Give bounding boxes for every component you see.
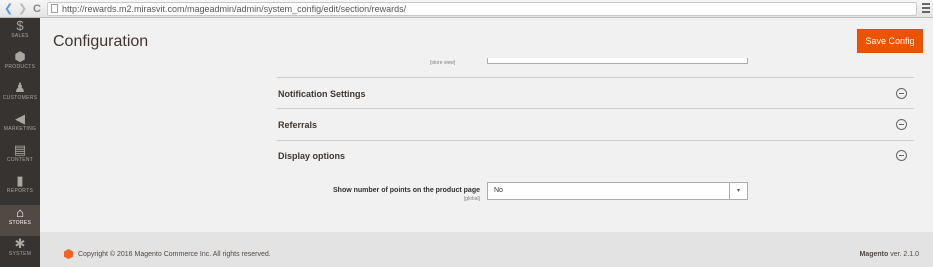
sidebar-item-customers[interactable]: ♟ CUSTOMERS [0, 80, 40, 111]
page-icon [51, 4, 58, 13]
reload-icon[interactable]: C [33, 2, 41, 16]
section-display-options[interactable]: Display options [278, 151, 345, 161]
url-text: http://rewards.m2.mirasvit.com/mageadmin… [62, 4, 407, 14]
admin-sidebar: $ SALES ⬢ PRODUCTS ♟ CUSTOMERS ◀ MARKETI… [0, 18, 40, 267]
save-config-button[interactable]: Save Config [857, 29, 923, 53]
brand-name: Magento [859, 251, 889, 258]
collapse-icon[interactable] [896, 150, 907, 161]
sidebar-item-marketing[interactable]: ◀ MARKETING [0, 111, 40, 142]
sidebar-item-label: STORES [8, 220, 32, 226]
sidebar-item-label: CONTENT [6, 157, 34, 163]
expand-icon[interactable] [896, 119, 907, 130]
person-icon: ♟ [14, 80, 26, 95]
back-icon[interactable]: ❮ [4, 2, 13, 16]
page-title: Configuration [53, 33, 149, 50]
megaphone-icon: ◀ [15, 111, 25, 126]
divider [277, 77, 914, 78]
section-referrals[interactable]: Referrals [278, 120, 317, 130]
browser-toolbar: ❮ ❯ C http://rewards.m2.mirasvit.com/mag… [0, 0, 933, 18]
store-icon: ⌂ [16, 205, 24, 220]
sidebar-item-label: MARKETING [3, 126, 37, 132]
sidebar-item-products[interactable]: ⬢ PRODUCTS [0, 49, 40, 80]
field-label: Show number of points on the product pag… [333, 187, 480, 194]
sidebar-item-label: PRODUCTS [4, 64, 36, 70]
show-points-select[interactable]: No ▾ [487, 182, 748, 200]
forward-icon[interactable]: ❯ [18, 2, 27, 16]
sidebar-item-stores[interactable]: ⌂ STORES [0, 205, 40, 236]
divider [277, 140, 914, 141]
magento-logo-icon [64, 249, 73, 259]
browser-menu-icon[interactable] [922, 3, 930, 13]
divider [277, 108, 914, 109]
cube-icon: ⬢ [14, 49, 26, 64]
sidebar-item-label: REPORTS [6, 188, 34, 194]
page-footer: Copyright © 2016 Magento Commerce Inc. A… [40, 232, 933, 267]
config-field[interactable] [487, 58, 748, 64]
bar-chart-icon: ▮ [16, 173, 24, 188]
gear-icon: ✱ [14, 236, 26, 251]
sidebar-item-content[interactable]: ▤ CONTENT [0, 142, 40, 173]
section-notification-settings[interactable]: Notification Settings [278, 89, 366, 99]
sidebar-item-system[interactable]: ✱ SYSTEM [0, 236, 40, 267]
dollar-icon: $ [16, 18, 24, 33]
sidebar-item-reports[interactable]: ▮ REPORTS [0, 173, 40, 204]
url-bar[interactable]: http://rewards.m2.mirasvit.com/mageadmin… [47, 2, 917, 16]
sidebar-item-label: CUSTOMERS [2, 95, 38, 101]
content-icon: ▤ [13, 142, 27, 157]
copyright-text: Copyright © 2016 Magento Commerce Inc. A… [78, 251, 271, 258]
version-number: ver. 2.1.0 [890, 251, 919, 258]
scope-label: [store view] [430, 60, 456, 66]
expand-icon[interactable] [896, 88, 907, 99]
sidebar-item-label: SALES [11, 33, 29, 39]
sidebar-item-sales[interactable]: $ SALES [0, 18, 40, 49]
sidebar-item-label: SYSTEM [8, 251, 32, 257]
version-text: Magento ver. 2.1.0 [859, 251, 919, 258]
scope-label: [global] [463, 196, 480, 202]
select-value: No [494, 187, 503, 194]
chevron-down-icon[interactable]: ▾ [729, 183, 747, 199]
